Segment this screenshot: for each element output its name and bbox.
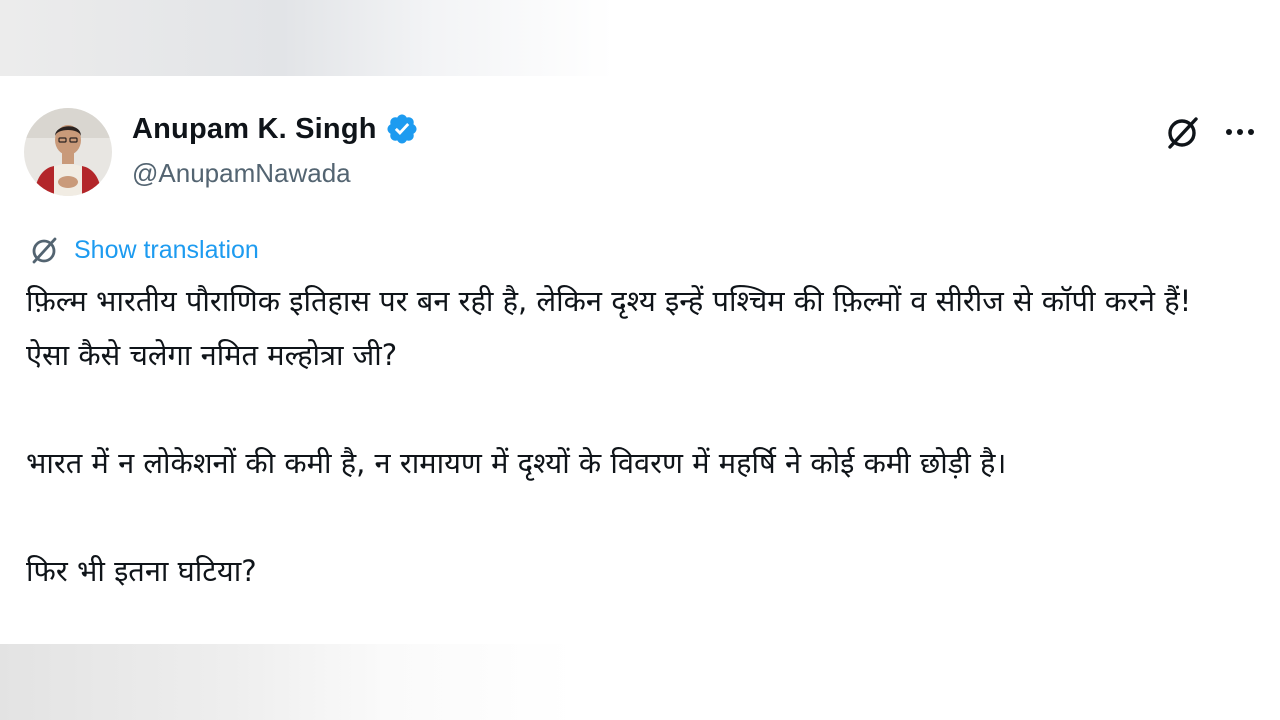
tweet-paragraph: फिर भी इतना घटिया? (26, 554, 257, 588)
background-strip-top (0, 0, 1280, 76)
author-handle[interactable]: @AnupamNawada (132, 158, 351, 189)
author-name-row: Anupam K. Singh (132, 112, 419, 146)
verified-badge-icon[interactable] (385, 112, 419, 146)
translate-icon (28, 234, 60, 266)
avatar[interactable] (24, 108, 112, 196)
tweet-text: फ़िल्म भारतीय पौराणिक इतिहास पर बन रही ह… (26, 274, 1226, 598)
tweet-paragraph: फ़िल्म भारतीय पौराणिक इतिहास पर बन रही ह… (26, 284, 1192, 372)
display-name[interactable]: Anupam K. Singh (132, 113, 377, 146)
show-translation-label[interactable]: Show translation (74, 236, 259, 265)
grok-icon[interactable] (1162, 112, 1202, 152)
more-options-icon[interactable] (1222, 114, 1258, 150)
tweet-paragraph: भारत में न लोकेशनों की कमी है, न रामायण … (26, 446, 1007, 480)
show-translation-link[interactable]: Show translation (28, 234, 259, 266)
background-strip-bottom (0, 644, 1280, 720)
